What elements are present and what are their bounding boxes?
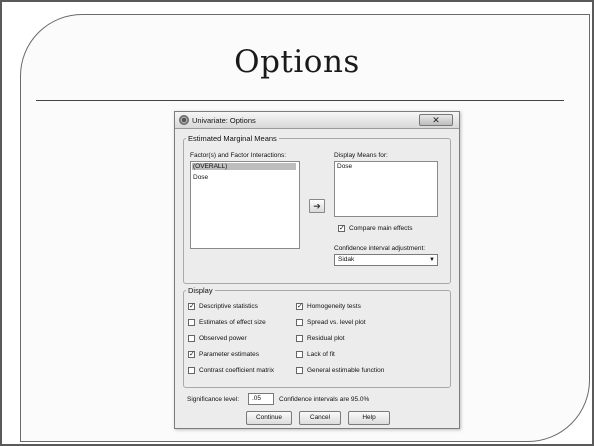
checkbox-label: Estimates of effect size — [199, 319, 266, 326]
checkbox-label: General estimable function — [307, 367, 385, 374]
display-means-listbox[interactable]: Dose — [334, 161, 438, 217]
checkbox-label: Parameter estimates — [199, 351, 259, 358]
checkbox-label: Descriptive statistics — [199, 303, 258, 310]
checkbox-label: Observed power — [199, 335, 247, 342]
close-icon: ✕ — [432, 115, 440, 125]
display-legend: Display — [188, 286, 213, 295]
emm-group: Estimated Marginal Means Factor(s) and F… — [183, 134, 451, 284]
close-button[interactable]: ✕ — [419, 114, 453, 126]
list-item[interactable]: (OVERALL) — [192, 163, 296, 170]
emm-legend: Estimated Marginal Means — [188, 134, 277, 143]
residual-plot-checkbox[interactable]: Residual plot — [296, 335, 345, 342]
title-divider — [36, 100, 564, 101]
checkbox-box[interactable] — [296, 367, 303, 374]
confidence-note: Confidence intervals are 95.0% — [279, 396, 370, 403]
checkbox-label: Lack of fit — [307, 351, 335, 358]
arrow-right-icon: ➔ — [313, 201, 321, 211]
contrast-matrix-checkbox[interactable]: Contrast coefficient matrix — [188, 367, 274, 374]
descriptive-statistics-checkbox[interactable]: ✓ Descriptive statistics — [188, 303, 258, 310]
slide-title: Options — [234, 44, 360, 80]
checkbox-box[interactable] — [188, 367, 195, 374]
list-item[interactable]: Dose — [193, 174, 208, 181]
parameter-estimates-checkbox[interactable]: ✓ Parameter estimates — [188, 351, 259, 358]
options-dialog: Univariate: Options ✕ Estimated Marginal… — [174, 111, 460, 429]
spread-level-plot-checkbox[interactable]: Spread vs. level plot — [296, 319, 366, 326]
continue-button[interactable]: Continue — [246, 411, 292, 425]
ci-adjust-label: Confidence interval adjustment: — [334, 245, 426, 252]
compare-main-effects-checkbox[interactable]: ✓ Compare main effects — [338, 225, 412, 232]
checkbox-box[interactable] — [296, 319, 303, 326]
dropdown-arrow-icon[interactable]: ▼ — [429, 255, 435, 265]
display-means-label: Display Means for: — [334, 152, 388, 159]
dialog-titlebar[interactable]: Univariate: Options ✕ — [175, 112, 459, 129]
checkbox-label: Spread vs. level plot — [307, 319, 366, 326]
checkbox-label: Homogeneity tests — [307, 303, 361, 310]
checkbox-box[interactable] — [296, 351, 303, 358]
checkbox-box[interactable]: ✓ — [338, 225, 345, 232]
ci-adjust-select[interactable]: Sidak ▼ — [334, 254, 438, 266]
factors-listbox[interactable]: (OVERALL) Dose — [190, 161, 300, 249]
effect-size-checkbox[interactable]: Estimates of effect size — [188, 319, 266, 326]
checkbox-box[interactable]: ✓ — [188, 303, 195, 310]
checkbox-label: Compare main effects — [349, 225, 413, 232]
observed-power-checkbox[interactable]: Observed power — [188, 335, 247, 342]
help-button[interactable]: Help — [348, 411, 390, 425]
checkbox-box[interactable] — [188, 335, 195, 342]
display-group: Display ✓ Descriptive statistics Estimat… — [183, 286, 451, 388]
checkbox-box[interactable] — [296, 335, 303, 342]
checkbox-box[interactable]: ✓ — [188, 351, 195, 358]
homogeneity-tests-checkbox[interactable]: ✓ Homogeneity tests — [296, 303, 361, 310]
checkbox-box[interactable] — [188, 319, 195, 326]
factors-label: Factor(s) and Factor Interactions: — [190, 152, 287, 159]
lack-of-fit-checkbox[interactable]: Lack of fit — [296, 351, 335, 358]
dialog-title: Univariate: Options — [192, 116, 256, 125]
checkbox-label: Residual plot — [307, 335, 345, 342]
checkbox-box[interactable]: ✓ — [296, 303, 303, 310]
move-right-button[interactable]: ➔ — [309, 199, 325, 213]
app-icon — [179, 115, 189, 125]
significance-input[interactable]: .05 — [248, 393, 274, 405]
significance-label: Significance level: — [187, 396, 240, 403]
list-item[interactable]: Dose — [337, 163, 352, 170]
cancel-button[interactable]: Cancel — [299, 411, 341, 425]
ci-adjust-value: Sidak — [338, 256, 355, 263]
general-estimable-function-checkbox[interactable]: General estimable function — [296, 367, 384, 374]
checkbox-label: Contrast coefficient matrix — [199, 367, 275, 374]
